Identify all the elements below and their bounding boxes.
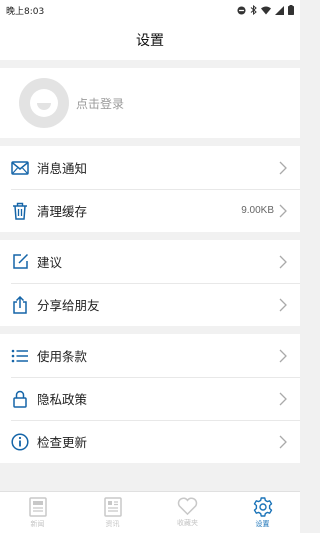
clear-cache-item[interactable]: 清理缓存 9.00KB [0,189,300,232]
notifications-label: 消息通知 [37,161,88,176]
privacy-item[interactable]: 隐私政策 [0,377,300,420]
page-header: 设置 [0,20,300,60]
share-icon [11,295,29,314]
feedback-label: 建议 [37,255,63,270]
tab-settings[interactable]: 设置 [225,492,300,533]
chevron-right-icon [279,204,287,217]
login-link[interactable]: 点击登录 [76,95,124,112]
settings-group-1: 消息通知 清理缓存 9.00KB [0,146,300,232]
chevron-right-icon [279,392,287,405]
tab-info[interactable]: 资讯 [75,492,150,533]
check-update-label: 检查更新 [37,435,88,450]
heart-icon [177,497,198,516]
signal-icon [275,5,284,15]
edit-icon [11,253,29,271]
chevron-right-icon [279,349,287,362]
bottom-tab-bar: 新闻 资讯 收藏夹 设置 [0,491,300,533]
wifi-icon [261,6,271,14]
trash-icon [11,202,29,220]
privacy-label: 隐私政策 [37,392,88,407]
tab-favorites[interactable]: 收藏夹 [150,492,225,533]
mail-icon [11,159,29,177]
status-time: 晚上8:03 [6,6,45,17]
terms-item[interactable]: 使用条款 [0,334,300,377]
list-icon [11,347,29,365]
terms-label: 使用条款 [37,349,88,364]
info-icon [11,432,29,451]
chevron-right-icon [279,435,287,448]
lock-icon [11,390,29,408]
tab-news[interactable]: 新闻 [0,492,75,533]
news-icon [28,496,47,517]
share-item[interactable]: 分享给朋友 [0,283,300,326]
avatar[interactable] [19,78,69,128]
share-label: 分享给朋友 [37,298,100,313]
battery-icon [288,5,294,15]
page-title: 设置 [136,33,164,49]
chevron-right-icon [279,298,287,311]
status-icons [237,5,294,15]
feedback-item[interactable]: 建议 [0,240,300,283]
tab-info-label: 资讯 [105,519,120,528]
cache-size: 9.00KB [241,205,274,216]
settings-group-2: 建议 分享给朋友 [0,240,300,326]
profile-login-row[interactable]: 点击登录 [0,68,300,138]
chevron-right-icon [279,161,287,174]
status-bar: 晚上8:03 [0,0,300,20]
tab-settings-label: 设置 [255,519,270,528]
clear-cache-label: 清理缓存 [37,204,88,219]
notifications-item[interactable]: 消息通知 [0,146,300,189]
info-doc-icon [103,496,122,517]
gear-icon [253,496,272,517]
tab-news-label: 新闻 [30,519,45,528]
chevron-right-icon [279,255,287,268]
bluetooth-icon [250,5,257,15]
tab-favorites-label: 收藏夹 [177,519,198,527]
check-update-item[interactable]: 检查更新 [0,420,300,463]
dnd-icon [237,5,246,15]
settings-group-3: 使用条款 隐私政策 检查更新 [0,334,300,463]
